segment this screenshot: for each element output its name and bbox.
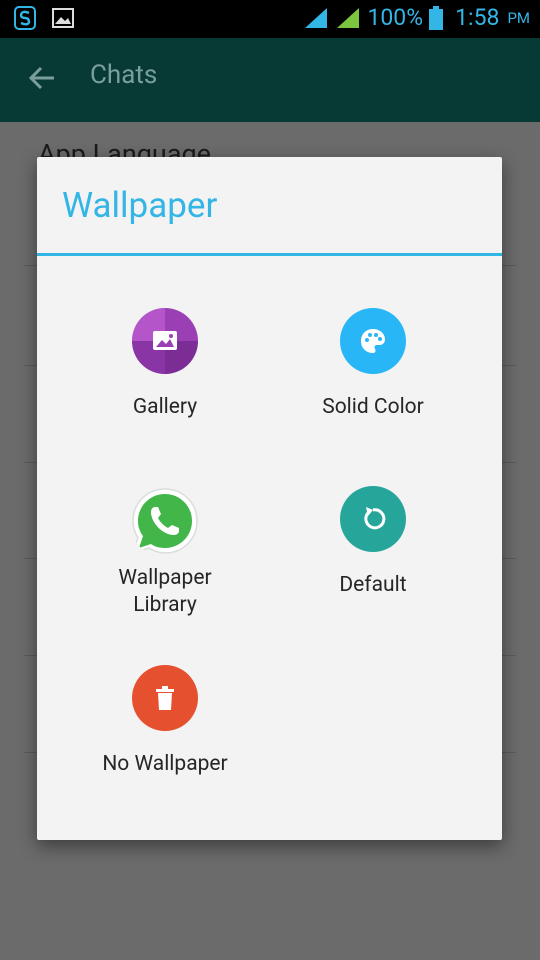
option-wallpaper-library[interactable]: Wallpaper Library: [55, 485, 275, 619]
image-notification-icon: [52, 8, 74, 28]
clock-ampm: PM: [507, 8, 530, 27]
option-label: Gallery: [132, 395, 198, 419]
signal-icon-2: [337, 7, 360, 28]
option-label: No Wallpaper: [102, 752, 228, 776]
status-right-icons: 100% 1:58 PM: [303, 4, 530, 31]
option-label: Wallpaper Library: [118, 566, 212, 617]
dialog-title: Wallpaper: [62, 185, 218, 226]
trash-icon: [132, 665, 198, 731]
wallpaper-dialog: Wallpaper Gallery Solid Color Wallpaper …: [37, 157, 502, 840]
dialog-title-divider: [37, 253, 502, 256]
option-default[interactable]: Default: [263, 486, 483, 599]
palette-icon: [340, 308, 406, 374]
reset-icon: [340, 486, 406, 552]
app-bar: [0, 38, 540, 122]
signal-icon-1: [305, 7, 328, 28]
gallery-icon: [132, 308, 198, 374]
status-left-icons: [14, 6, 74, 30]
battery-percent: 100%: [367, 4, 424, 31]
back-arrow-icon[interactable]: [28, 64, 56, 92]
clock: 1:58: [455, 4, 500, 31]
option-solid-color[interactable]: Solid Color: [263, 308, 483, 421]
app-bar-title: Chats: [90, 60, 158, 90]
battery-icon: [429, 5, 444, 30]
option-gallery[interactable]: Gallery: [55, 308, 275, 421]
option-label: Solid Color: [322, 395, 424, 419]
app-notification-icon: [14, 6, 36, 30]
option-label: Default: [339, 573, 407, 597]
status-bar: 100% 1:58 PM: [0, 0, 540, 38]
whatsapp-icon: [129, 485, 201, 557]
option-no-wallpaper[interactable]: No Wallpaper: [55, 665, 275, 778]
